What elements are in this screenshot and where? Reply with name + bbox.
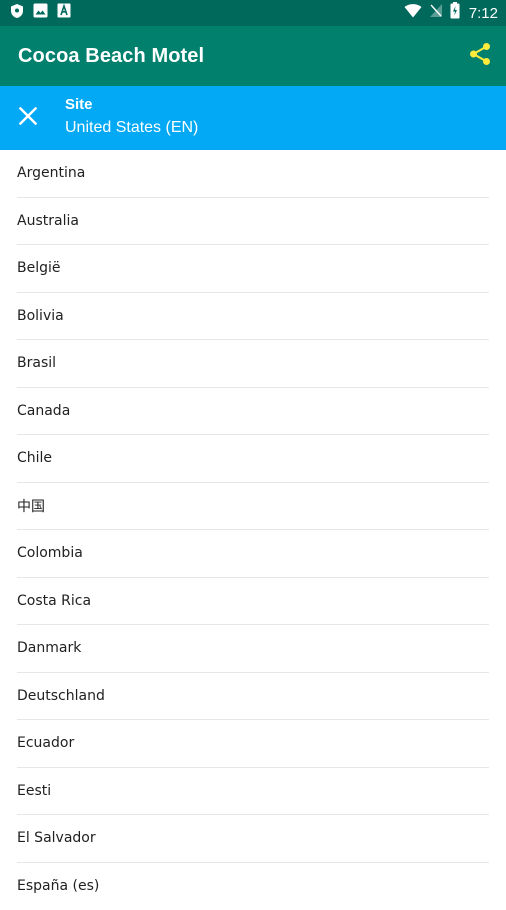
status-left-icons — [10, 3, 71, 24]
share-button[interactable] — [466, 42, 494, 70]
list-item-ecuador[interactable]: Ecuador — [17, 720, 489, 768]
list-item-canada[interactable]: Canada — [17, 388, 489, 436]
list-item-label: El Salvador — [17, 830, 96, 846]
list-item-china[interactable]: 中国 — [17, 483, 489, 531]
list-item-label: Australia — [17, 213, 79, 229]
battery-icon — [450, 2, 460, 24]
list-item-brasil[interactable]: Brasil — [17, 340, 489, 388]
list-item-eesti[interactable]: Eesti — [17, 768, 489, 816]
list-item-label: Ecuador — [17, 735, 74, 751]
list-item-australia[interactable]: Australia — [17, 198, 489, 246]
list-item-chile[interactable]: Chile — [17, 435, 489, 483]
list-item-deutschland[interactable]: Deutschland — [17, 673, 489, 721]
list-item-label: 中国 — [17, 496, 45, 516]
list-item-el-salvador[interactable]: El Salvador — [17, 815, 489, 863]
list-item-label: Deutschland — [17, 688, 105, 704]
list-item-espana[interactable]: España (es) — [17, 863, 489, 910]
list-item-bolivia[interactable]: Bolivia — [17, 293, 489, 341]
list-item-label: Bolivia — [17, 308, 64, 324]
list-item-costa-rica[interactable]: Costa Rica — [17, 578, 489, 626]
no-signal-icon — [429, 3, 443, 23]
list-item-label: España (es) — [17, 878, 99, 894]
wifi-icon — [404, 4, 422, 23]
shield-icon — [10, 3, 24, 24]
list-item-colombia[interactable]: Colombia — [17, 530, 489, 578]
site-current-value: United States (EN) — [65, 115, 198, 141]
country-list: Argentina Australia België Bolivia Brasi… — [0, 150, 506, 910]
site-selector[interactable]: Site United States (EN) — [65, 95, 198, 141]
list-item-label: België — [17, 260, 61, 276]
list-item-label: Costa Rica — [17, 593, 91, 609]
list-item-label: Brasil — [17, 355, 56, 371]
list-item-belgie[interactable]: België — [17, 245, 489, 293]
status-right-icons: 7:12 — [404, 2, 498, 24]
text-a-icon — [57, 3, 71, 23]
app-bar: Cocoa Beach Motel — [0, 26, 506, 86]
close-button[interactable] — [0, 90, 56, 146]
list-item-label: Argentina — [17, 165, 85, 181]
site-selector-bar: Site United States (EN) — [0, 86, 506, 150]
site-label: Site — [65, 95, 198, 115]
share-icon — [469, 42, 491, 71]
list-item-label: Danmark — [17, 640, 81, 656]
list-item-argentina[interactable]: Argentina — [17, 150, 489, 198]
status-time: 7:12 — [469, 5, 498, 22]
list-item-label: Eesti — [17, 783, 51, 799]
app-title: Cocoa Beach Motel — [18, 45, 204, 68]
list-item-label: Canada — [17, 403, 70, 419]
status-bar: 7:12 — [0, 0, 506, 26]
list-item-label: Chile — [17, 450, 52, 466]
close-icon — [19, 107, 37, 130]
image-icon — [33, 3, 48, 23]
list-item-label: Colombia — [17, 545, 83, 561]
list-item-danmark[interactable]: Danmark — [17, 625, 489, 673]
